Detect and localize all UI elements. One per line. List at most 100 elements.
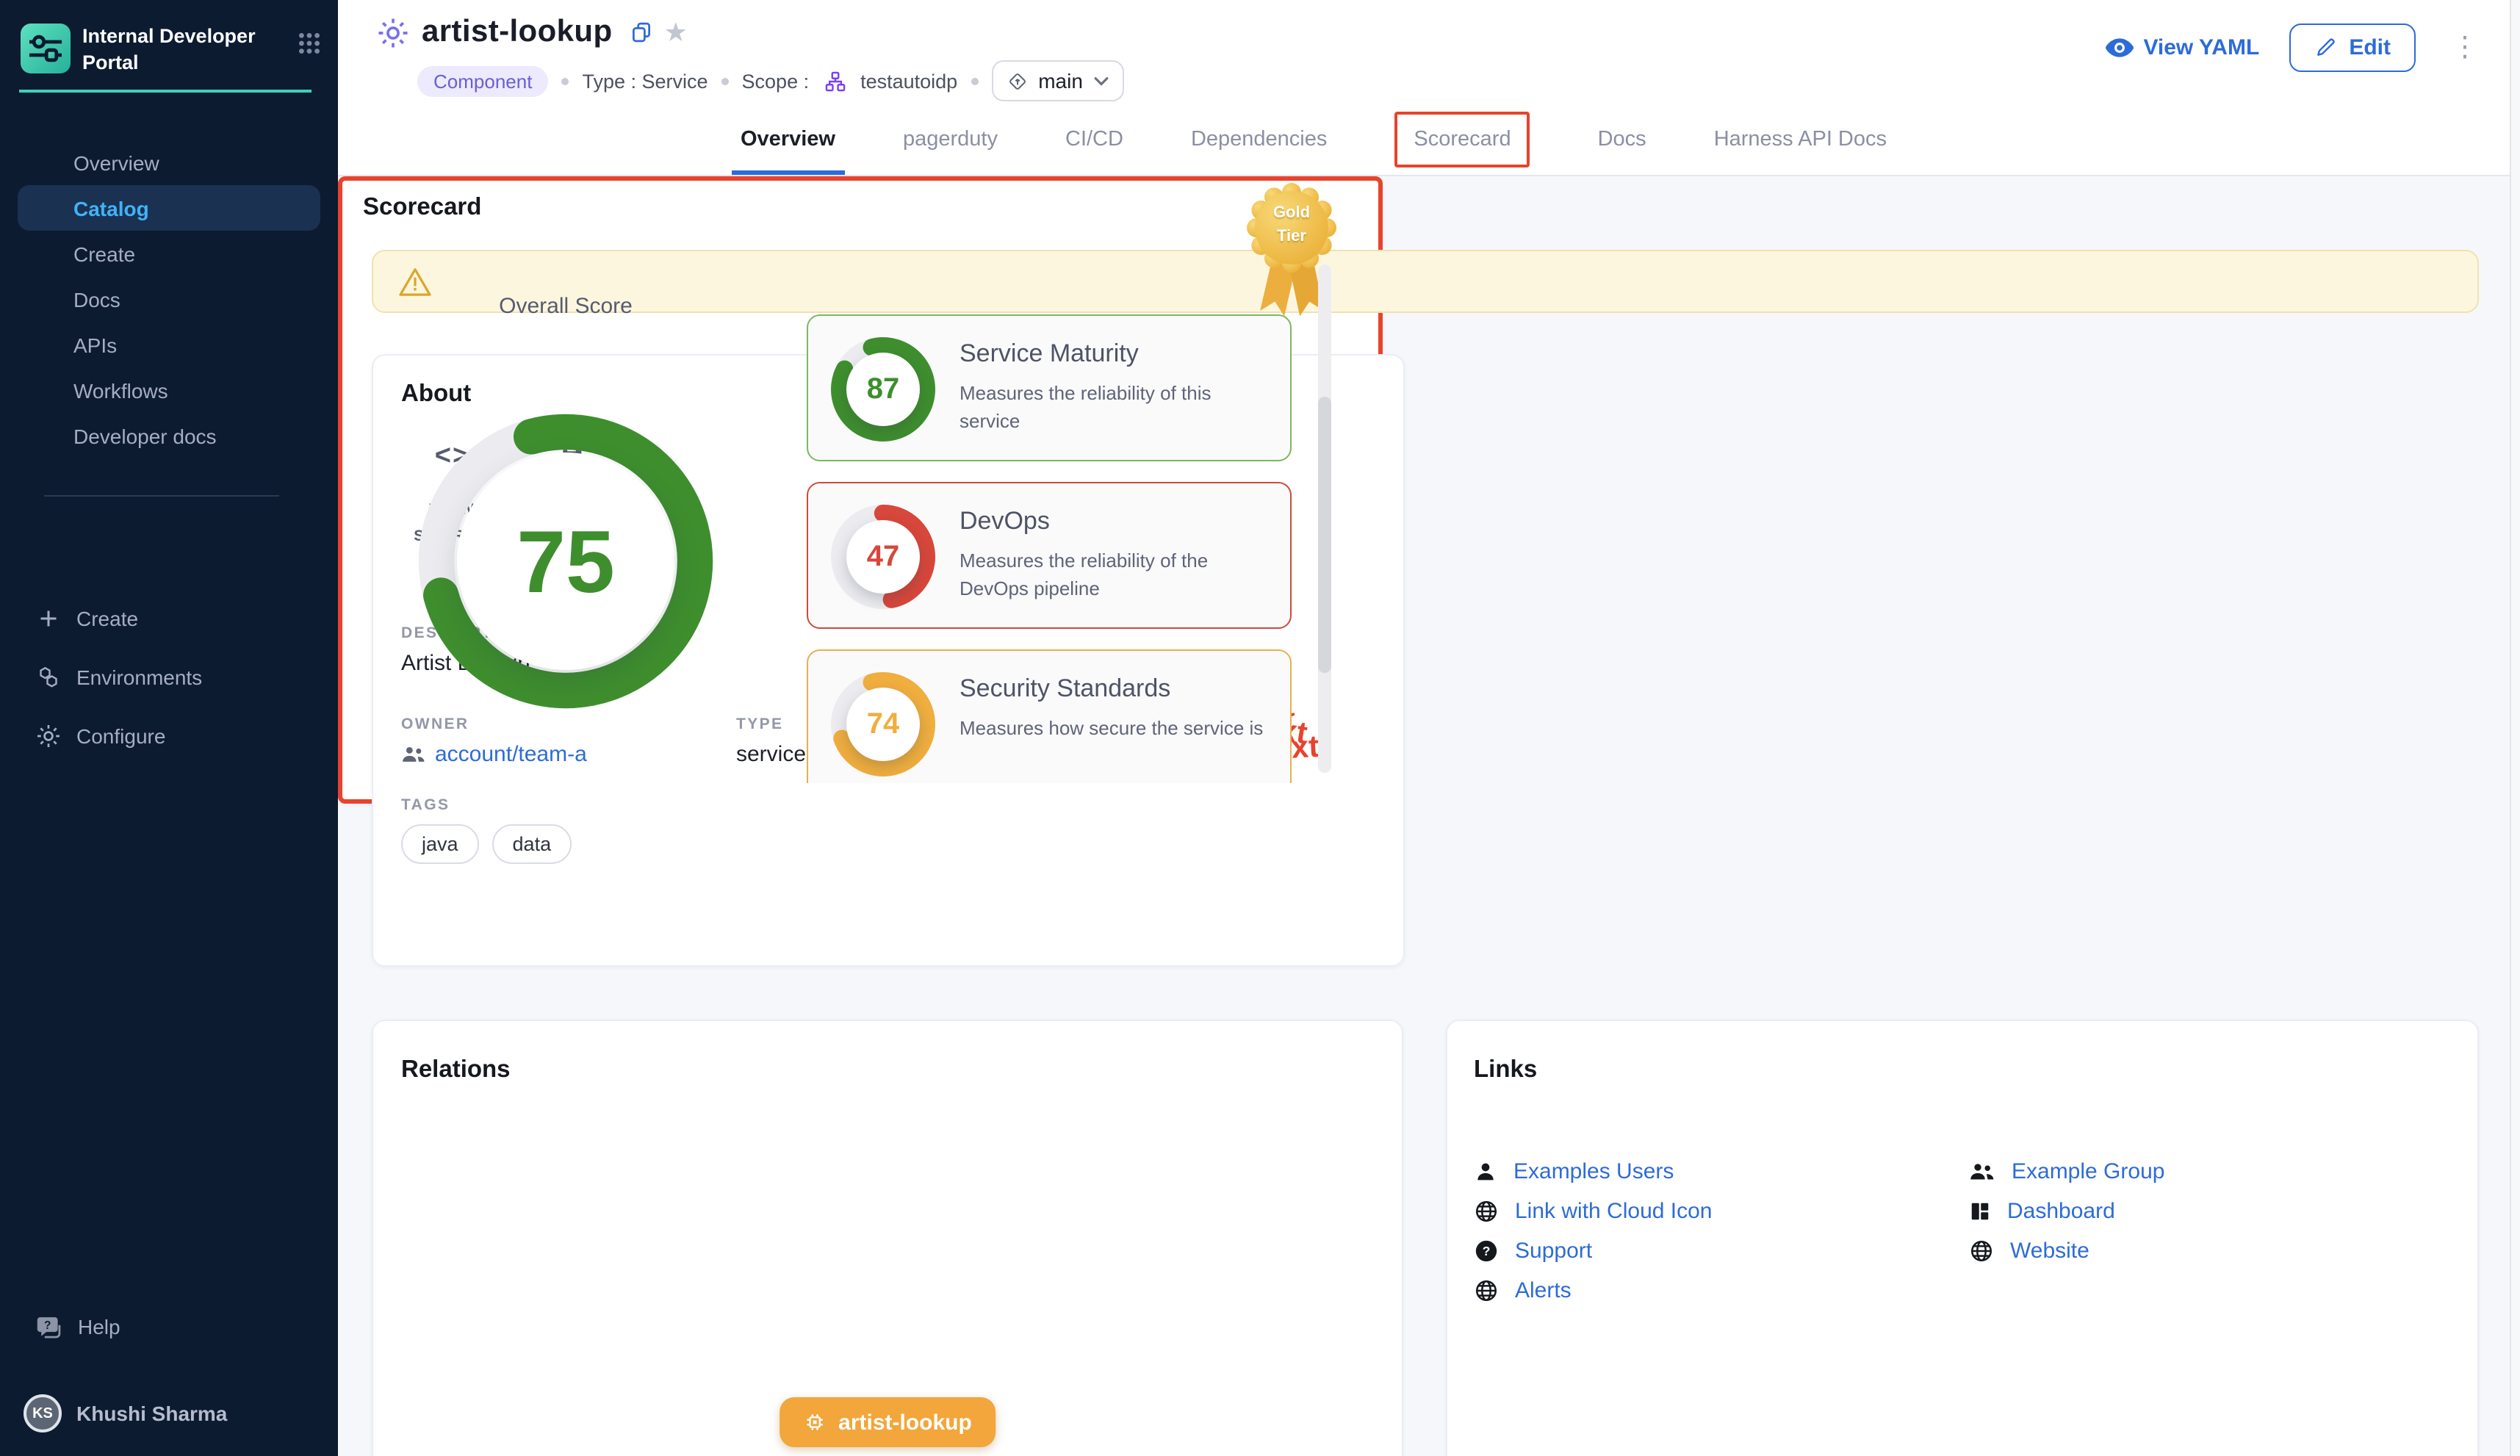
dot-separator bbox=[721, 77, 729, 84]
link-cloud-icon[interactable]: Link with Cloud Icon bbox=[1474, 1194, 1713, 1227]
tab-cicd[interactable]: CI/CD bbox=[1065, 103, 1123, 175]
sidebar: Internal Developer Portal Overview Catal… bbox=[0, 0, 338, 1456]
apps-grid-icon[interactable] bbox=[298, 32, 320, 54]
scorecard-tab-annotation: Scorecard bbox=[1394, 111, 1530, 167]
score-donut: 87 bbox=[826, 332, 940, 447]
links-card: Links Examples Users Link with Cloud Ico… bbox=[1446, 1020, 2479, 1456]
view-yaml-button[interactable]: View YAML bbox=[2105, 35, 2259, 60]
sidebar-item-catalog[interactable]: Catalog bbox=[18, 185, 320, 231]
tag-chip[interactable]: java bbox=[401, 824, 479, 864]
org-hierarchy-icon bbox=[822, 68, 847, 93]
person-icon bbox=[1474, 1158, 1497, 1183]
sidebar-divider bbox=[44, 495, 279, 497]
scope-value: testautoidp bbox=[860, 70, 957, 92]
copy-icon[interactable] bbox=[630, 21, 652, 44]
tab-scorecard[interactable]: Scorecard bbox=[1394, 103, 1530, 175]
branch-icon bbox=[1006, 70, 1028, 92]
dashboard-icon bbox=[1969, 1200, 1991, 1222]
tab-pagerduty[interactable]: pagerduty bbox=[903, 103, 998, 175]
scorecard-title: Scorecard bbox=[363, 194, 481, 222]
relations-card: Relations artist-lookup bbox=[372, 1020, 1403, 1456]
user-name: Khushi Sharma bbox=[76, 1402, 227, 1425]
help-circle-icon: ? bbox=[1474, 1238, 1499, 1263]
page-scrollbar[interactable] bbox=[2510, 0, 2520, 1456]
hexagons-icon bbox=[35, 664, 62, 691]
globe-icon bbox=[1969, 1238, 1994, 1263]
scorecard-item-devops[interactable]: 47 DevOps Measures the reliability of th… bbox=[807, 482, 1292, 629]
tab-dependencies[interactable]: Dependencies bbox=[1191, 103, 1327, 175]
chip-icon bbox=[803, 1410, 827, 1434]
dot-separator bbox=[971, 77, 978, 84]
link-examples-users[interactable]: Examples Users bbox=[1474, 1155, 1674, 1187]
scorecard-scrollbar-thumb[interactable] bbox=[1318, 397, 1331, 673]
edit-button[interactable]: Edit bbox=[2289, 23, 2416, 71]
more-options-icon[interactable]: ⋮ bbox=[2445, 30, 2485, 64]
entity-type: Type : Service bbox=[582, 70, 708, 92]
sidebar-item-create[interactable]: Create bbox=[0, 231, 338, 276]
relations-title: Relations bbox=[401, 1056, 511, 1084]
sidebar-item-overview[interactable]: Overview bbox=[0, 140, 338, 185]
sidebar-action-create[interactable]: Create bbox=[0, 597, 338, 641]
sidebar-item-docs[interactable]: Docs bbox=[0, 276, 338, 322]
app: Internal Developer Portal Overview Catal… bbox=[0, 0, 2520, 1456]
entity-meta: Component Type : Service Scope : testaut… bbox=[417, 60, 1124, 101]
dot-separator bbox=[561, 77, 569, 84]
sidebar-item-developer-docs[interactable]: Developer docs bbox=[0, 413, 338, 458]
sidebar-item-workflows[interactable]: Workflows bbox=[0, 367, 338, 413]
chevron-down-icon bbox=[1093, 76, 1109, 86]
main-area: artist-lookup ★ Component Type : Service… bbox=[338, 0, 2520, 1456]
scorecard-items: 87 Service Maturity Measures the reliabi… bbox=[807, 314, 1292, 783]
pencil-icon bbox=[2314, 35, 2337, 59]
scorecard-item-service-maturity[interactable]: 87 Service Maturity Measures the reliabi… bbox=[807, 314, 1292, 461]
tab-bar: Overview pagerduty CI/CD Dependencies Sc… bbox=[338, 103, 2520, 176]
sidebar-action-configure[interactable]: Configure bbox=[0, 714, 338, 758]
avatar: KS bbox=[24, 1394, 62, 1432]
tab-overview[interactable]: Overview bbox=[741, 103, 835, 175]
help-button[interactable]: ? Help bbox=[0, 1305, 373, 1349]
brand: Internal Developer Portal bbox=[0, 0, 338, 75]
sidebar-action-environments[interactable]: Environments bbox=[0, 655, 338, 699]
tab-docs[interactable]: Docs bbox=[1598, 103, 1646, 175]
score-donut: 47 bbox=[826, 500, 940, 614]
link-example-group[interactable]: Example Group bbox=[1969, 1155, 2164, 1187]
people-icon bbox=[1969, 1160, 1995, 1182]
people-icon bbox=[401, 743, 426, 765]
tags-label: TAGS bbox=[401, 796, 572, 814]
sidebar-actions: Create Environments Configure bbox=[0, 597, 338, 773]
brand-underline bbox=[19, 90, 312, 93]
sidebar-nav: Overview Catalog Create Docs APIs Workfl… bbox=[0, 140, 338, 458]
links-title: Links bbox=[1474, 1056, 1537, 1084]
overall-score-gauge: 75 bbox=[404, 400, 727, 723]
plus-icon bbox=[35, 605, 62, 632]
help-chat-icon: ? bbox=[35, 1314, 63, 1339]
entity-kind-badge: Component bbox=[417, 65, 548, 96]
link-website[interactable]: Website bbox=[1969, 1234, 2089, 1266]
svg-text:?: ? bbox=[1483, 1243, 1491, 1258]
content: About <> VIEW SOURCE VIEW TECHDOCS DESCR… bbox=[338, 176, 2520, 1456]
link-alerts[interactable]: Alerts bbox=[1474, 1274, 1572, 1306]
portal-logo-icon bbox=[21, 24, 71, 73]
warning-triangle-icon bbox=[398, 266, 432, 297]
owner-link[interactable]: account/team-a bbox=[401, 742, 587, 767]
relations-node-artist-lookup[interactable]: artist-lookup bbox=[780, 1397, 996, 1447]
entity-gear-icon bbox=[376, 15, 410, 49]
user-menu[interactable]: KS Khushi Sharma bbox=[0, 1388, 361, 1438]
page-header: artist-lookup ★ Component Type : Service… bbox=[338, 0, 2520, 103]
link-support[interactable]: ? Support bbox=[1474, 1234, 1592, 1266]
favorite-star-icon[interactable]: ★ bbox=[664, 17, 688, 48]
page-title: artist-lookup bbox=[422, 15, 613, 50]
overall-score-label: Overall Score bbox=[419, 294, 713, 319]
globe-icon bbox=[1474, 1277, 1499, 1302]
svg-text:?: ? bbox=[44, 1319, 51, 1331]
tag-chip[interactable]: data bbox=[492, 824, 572, 864]
eye-icon bbox=[2105, 37, 2133, 57]
branch-select[interactable]: main bbox=[991, 60, 1124, 101]
scorecard-item-security-standards[interactable]: 74 Security Standards Measures how secur… bbox=[807, 649, 1292, 783]
link-dashboard[interactable]: Dashboard bbox=[1969, 1194, 2115, 1227]
sidebar-item-apis[interactable]: APIs bbox=[0, 322, 338, 367]
branch-name: main bbox=[1038, 69, 1083, 93]
scope-label: Scope : bbox=[742, 70, 810, 92]
score-donut: 74 bbox=[826, 667, 940, 782]
tab-harness-api-docs[interactable]: Harness API Docs bbox=[1714, 103, 1887, 175]
gold-tier-label: GoldTier bbox=[1246, 203, 1337, 250]
